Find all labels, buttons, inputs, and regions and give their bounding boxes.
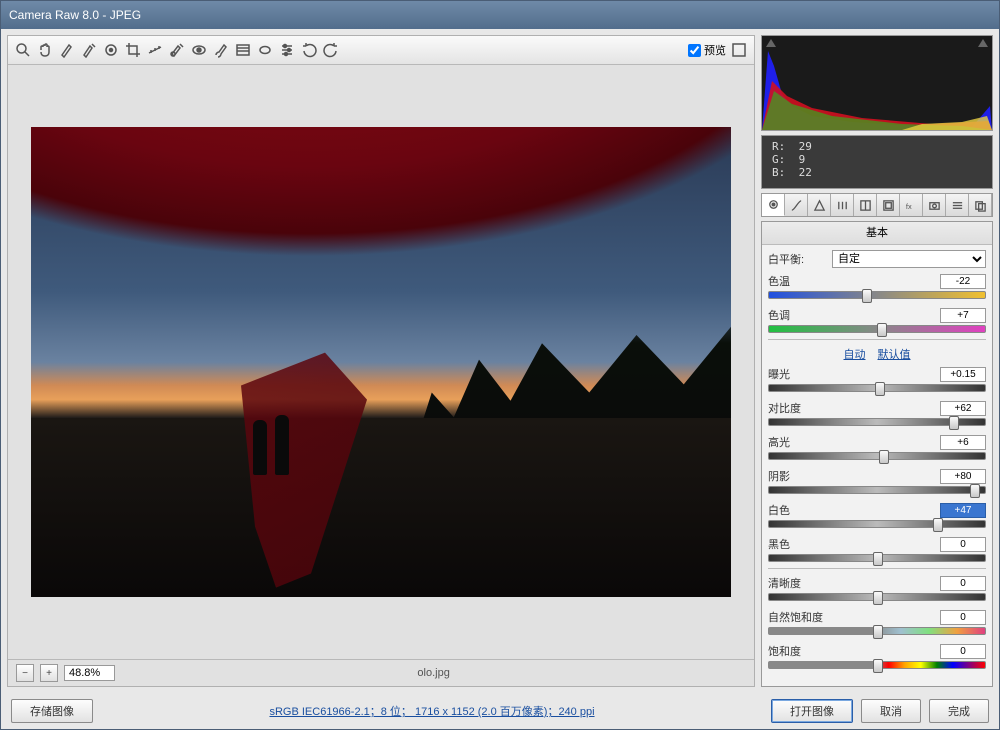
- camera-raw-window: Camera Raw 8.0 - JPEG: [0, 0, 1000, 730]
- panel-title: 基本: [762, 222, 992, 245]
- spot-removal-tool-icon[interactable]: [168, 41, 186, 59]
- contrast-slider[interactable]: [768, 418, 986, 426]
- workflow-link[interactable]: sRGB IEC61966-2.1；8 位； 1716 x 1152 (2.0 …: [101, 703, 763, 719]
- redeye-tool-icon[interactable]: [190, 41, 208, 59]
- tab-snapshots[interactable]: [969, 194, 992, 216]
- fullscreen-icon[interactable]: [730, 41, 748, 59]
- clarity-slider[interactable]: [768, 593, 986, 601]
- contrast-label: 对比度: [768, 400, 826, 416]
- tab-lens[interactable]: [877, 194, 900, 216]
- preferences-tool-icon[interactable]: [278, 41, 296, 59]
- clarity-label: 清晰度: [768, 575, 826, 591]
- tint-label: 色调: [768, 307, 826, 323]
- temp-slider[interactable]: [768, 291, 986, 299]
- temp-label: 色温: [768, 273, 826, 289]
- save-image-button[interactable]: 存储图像: [11, 699, 93, 723]
- highlights-slider[interactable]: [768, 452, 986, 460]
- cancel-button[interactable]: 取消: [861, 699, 921, 723]
- footer: 存储图像 sRGB IEC61966-2.1；8 位； 1716 x 1152 …: [1, 693, 999, 729]
- window-title: Camera Raw 8.0 - JPEG: [9, 8, 141, 22]
- whites-label: 白色: [768, 502, 826, 518]
- tab-basic[interactable]: [762, 194, 785, 216]
- vibrance-label: 自然饱和度: [768, 609, 826, 625]
- straighten-tool-icon[interactable]: [146, 41, 164, 59]
- open-image-button[interactable]: 打开图像: [771, 699, 853, 723]
- adjustment-brush-tool-icon[interactable]: [212, 41, 230, 59]
- vibrance-slider[interactable]: [768, 627, 986, 635]
- zoom-in-button[interactable]: +: [40, 664, 58, 682]
- shadows-slider[interactable]: [768, 486, 986, 494]
- saturation-label: 饱和度: [768, 643, 826, 659]
- target-adjustment-tool-icon[interactable]: [102, 41, 120, 59]
- contrast-value[interactable]: +62: [940, 401, 986, 416]
- radial-filter-tool-icon[interactable]: [256, 41, 274, 59]
- tint-slider[interactable]: [768, 325, 986, 333]
- tab-curve[interactable]: [785, 194, 808, 216]
- blacks-label: 黑色: [768, 536, 826, 552]
- exposure-value[interactable]: +0.15: [940, 367, 986, 382]
- highlight-clip-icon[interactable]: [978, 39, 988, 47]
- color-sampler-tool-icon[interactable]: [80, 41, 98, 59]
- highlights-value[interactable]: +6: [940, 435, 986, 450]
- white-balance-tool-icon[interactable]: [58, 41, 76, 59]
- vibrance-value[interactable]: 0: [940, 610, 986, 625]
- done-button[interactable]: 完成: [929, 699, 989, 723]
- saturation-value[interactable]: 0: [940, 644, 986, 659]
- hand-tool-icon[interactable]: [36, 41, 54, 59]
- highlights-label: 高光: [768, 434, 826, 450]
- toolbar: 预览: [8, 36, 754, 65]
- preview-checkbox-input[interactable]: [688, 44, 701, 57]
- tab-hsl[interactable]: [831, 194, 854, 216]
- temp-value[interactable]: -22: [940, 274, 986, 289]
- tint-value[interactable]: +7: [940, 308, 986, 323]
- crop-tool-icon[interactable]: [124, 41, 142, 59]
- saturation-slider[interactable]: [768, 661, 986, 669]
- rgb-readout: R: 29 G: 9 B: 22: [761, 135, 993, 189]
- whites-slider[interactable]: [768, 520, 986, 528]
- blacks-slider[interactable]: [768, 554, 986, 562]
- rotate-right-icon[interactable]: [322, 41, 340, 59]
- blacks-value[interactable]: 0: [940, 537, 986, 552]
- tab-detail[interactable]: [808, 194, 831, 216]
- zoom-level-select[interactable]: 48.8%: [64, 665, 115, 681]
- photo-preview: [31, 127, 731, 597]
- whites-value[interactable]: +47: [940, 503, 986, 518]
- exposure-slider[interactable]: [768, 384, 986, 392]
- tab-fx[interactable]: fx: [900, 194, 923, 216]
- shadows-value[interactable]: +80: [940, 469, 986, 484]
- histogram[interactable]: [761, 35, 993, 131]
- panel-tabs: fx: [761, 193, 993, 217]
- zoom-out-button[interactable]: −: [16, 664, 34, 682]
- zoom-tool-icon[interactable]: [14, 41, 32, 59]
- shadow-clip-icon[interactable]: [766, 39, 776, 47]
- auto-link[interactable]: 自动: [844, 349, 866, 361]
- exposure-label: 曝光: [768, 366, 826, 382]
- graduated-filter-tool-icon[interactable]: [234, 41, 252, 59]
- basic-panel: 基本 白平衡: 自定 色温 -22 色调 +7 自动默认值曝光 +0.15 对比度 +62 高光…: [761, 221, 993, 687]
- clarity-value[interactable]: 0: [940, 576, 986, 591]
- wb-select[interactable]: 自定: [832, 250, 986, 268]
- tab-split[interactable]: [854, 194, 877, 216]
- wb-label: 白平衡:: [768, 251, 826, 267]
- preview-label: 预览: [704, 42, 726, 58]
- window-titlebar: Camera Raw 8.0 - JPEG: [1, 1, 999, 29]
- preview-checkbox[interactable]: 预览: [688, 42, 726, 58]
- shadows-label: 阴影: [768, 468, 826, 484]
- default-link[interactable]: 默认值: [878, 349, 911, 361]
- image-preview-area[interactable]: [8, 65, 754, 659]
- status-bar: − + 48.8% olo.jpg: [8, 659, 754, 686]
- svg-text:fx: fx: [905, 202, 911, 211]
- rotate-left-icon[interactable]: [300, 41, 318, 59]
- tab-presets[interactable]: [946, 194, 969, 216]
- tab-camera[interactable]: [923, 194, 946, 216]
- filename-label: olo.jpg: [121, 667, 746, 679]
